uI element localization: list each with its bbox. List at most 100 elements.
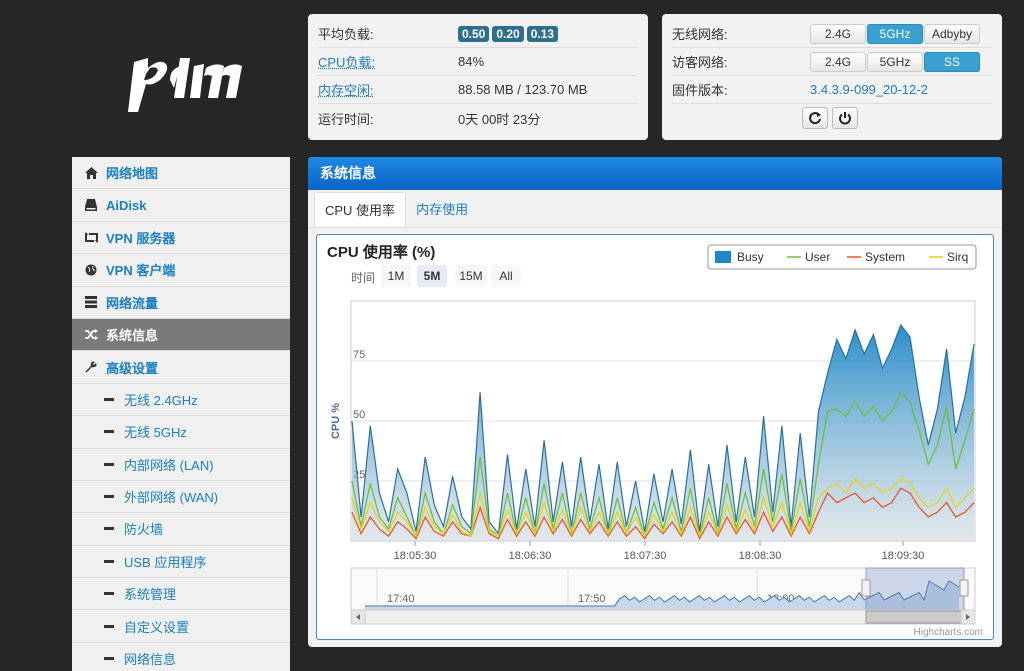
chart-credit: Highcharts.com [914, 627, 983, 638]
sidebar-item-vpn-client[interactable]: VPN 客户端 [72, 254, 290, 287]
range-button-label[interactable]: All [499, 269, 512, 283]
load-row: 平均负载: 0.50 0.20 0.13 [318, 20, 638, 48]
dash-icon [104, 527, 114, 531]
sidebar-subitem-custom[interactable]: 自定义设置 [72, 610, 290, 643]
sidebar-subitem-label: USB 应用程序 [124, 554, 207, 570]
dash-icon [104, 397, 114, 401]
power-row [672, 104, 992, 132]
navigator-selection[interactable] [865, 567, 965, 611]
reboot-button[interactable] [802, 107, 828, 129]
system-status-panel: 平均负载: 0.50 0.20 0.13 CPU负载: 84% 内存空闲: 88.5… [308, 14, 648, 140]
sidebar-subitem-usb[interactable]: USB 应用程序 [72, 546, 290, 579]
sidebar-subitem-netinfo[interactable]: 网络信息 [72, 643, 290, 671]
range-button-label[interactable]: 1M [388, 269, 405, 283]
sidebar-subitem-label: 无线 2.4GHz [124, 392, 198, 408]
ss-button[interactable]: SS [924, 51, 980, 72]
sidebar-subitem-label: 系统管理 [124, 587, 177, 603]
legend-label-system: System [865, 250, 905, 264]
sidebar-subitem-admin[interactable]: 系统管理 [72, 578, 290, 611]
legend-label-sirq: Sirq [947, 250, 968, 264]
sidebar-subitem-wan[interactable]: 外部网络 (WAN) [72, 481, 290, 514]
x-tick-label: 18:05:30 [394, 550, 437, 562]
dash-icon [104, 592, 114, 596]
range-button-label[interactable]: 15M [459, 269, 482, 283]
sidebar-subitem-label: 网络信息 [124, 652, 177, 668]
sidebar-item-label: 网络流量 [106, 295, 159, 311]
memory-row: 内存空闲: 88.58 MB / 123.70 MB [318, 76, 638, 104]
sidebar-item-traffic[interactable]: 网络流量 [72, 287, 290, 319]
sidebar-item-aidisk[interactable]: AiDisk [72, 189, 290, 222]
guest-row: 访客网络: 2.4G 5GHz SS [672, 48, 992, 76]
cpu-load-value: 84% [458, 54, 485, 69]
firmware-row: 固件版本: 3.4.3.9-099_20-12-2 [672, 76, 992, 104]
tab-memory-usage[interactable]: 内存使用 [406, 192, 478, 227]
guest-5g-button[interactable]: 5GHz [867, 51, 923, 72]
dash-icon [104, 462, 114, 466]
sidebar-item-label: AiDisk [106, 197, 147, 213]
wireless-5g-button[interactable]: 5GHz [867, 23, 923, 44]
x-tick-label: 18:06:30 [509, 550, 552, 562]
memory-free-link[interactable]: 内存空闲: [318, 80, 458, 99]
load-5m-badge: 0.20 [492, 25, 524, 42]
home-icon [84, 166, 98, 180]
y-tick-label: 75 [353, 349, 365, 361]
x-tick-label: 18:07:30 [624, 550, 667, 562]
chart-title: CPU 使用率 (%) [327, 243, 435, 261]
system-info-panel: 系统信息 CPU 使用率 内存使用 CPU 使用率 (%) 时间 1M 5M 15M Al… [308, 157, 1002, 647]
firmware-label: 固件版本: [672, 83, 728, 98]
wireless-2g-button[interactable]: 2.4G [810, 23, 866, 44]
legend-label-user: User [805, 250, 830, 264]
x-tick-label: 18:09:30 [882, 550, 925, 562]
sidebar-subitem-lan[interactable]: 内部网络 (LAN) [72, 449, 290, 481]
navigator-handle[interactable] [861, 579, 871, 597]
wireless-panel: 无线网络: 2.4G 5GHz Adbyby 访客网络: 2.4G 5GHz S… [662, 14, 1002, 140]
navigator-tick-label: 17:50 [578, 593, 606, 605]
scrollbar-thumb[interactable] [865, 610, 965, 624]
legend-label-busy: Busy [737, 250, 764, 264]
sidebar-item-vpn-server[interactable]: VPN 服务器 [72, 222, 290, 255]
sidebar-item-advanced[interactable]: 高级设置 [72, 351, 290, 384]
wireless-label: 无线网络: [672, 27, 728, 42]
adbyby-button[interactable]: Adbyby [924, 23, 980, 44]
firmware-version-link[interactable]: 3.4.3.9-099_20-12-2 [810, 82, 928, 97]
wrench-icon [84, 360, 98, 374]
sidebar-item-label: 系统信息 [106, 328, 159, 344]
cpu-chart-svg: CPU 使用率 (%) 时间 1M 5M 15M All Busy User System Sir… [327, 243, 983, 638]
sidebar-item-network-map[interactable]: 网络地图 [72, 157, 290, 190]
shuffle-icon [84, 328, 98, 342]
sidebar-subitem-wireless-5[interactable]: 无线 5GHz [72, 416, 290, 449]
x-tick-label: 18:08:30 [739, 550, 782, 562]
sidebar-subitem-label: 自定义设置 [124, 619, 190, 635]
sidebar-item-label: VPN 服务器 [106, 230, 176, 246]
sidebar-item-label: VPN 客户端 [106, 263, 176, 279]
load-15m-badge: 0.13 [526, 25, 559, 42]
sidebar-nav: 网络地图 AiDisk VPN 服务器 VPN 客户端 网络流量 系统信息 高级… [72, 157, 290, 671]
sidebar-subitem-wireless-24[interactable]: 无线 2.4GHz [72, 384, 290, 417]
sidebar-subitem-label: 外部网络 (WAN) [124, 490, 219, 506]
sidebar-item-system-info[interactable]: 系统信息 [72, 318, 290, 352]
sidebar-subitem-firewall[interactable]: 防火墙 [72, 513, 290, 546]
dash-icon [104, 657, 114, 661]
dash-icon [104, 624, 114, 628]
uptime-value: 0天 00时 23分 [458, 111, 541, 127]
legend-swatch-busy [715, 251, 731, 263]
navigator-handle[interactable] [959, 579, 969, 597]
y-tick-label: 50 [353, 409, 365, 421]
tab-cpu-usage[interactable]: CPU 使用率 [314, 192, 407, 227]
sidebar-subitem-label: 防火墙 [124, 522, 164, 538]
server-icon [84, 295, 98, 309]
load-1m-badge: 0.50 [458, 25, 490, 42]
dash-icon [104, 495, 114, 499]
dash-icon [104, 559, 114, 563]
guest-2g-button[interactable]: 2.4G [810, 51, 866, 72]
refresh-icon [809, 112, 821, 125]
disk-icon [84, 198, 98, 212]
shutdown-button[interactable] [832, 107, 858, 129]
retweet-icon [84, 230, 98, 244]
sidebar-item-label: 网络地图 [106, 166, 159, 182]
range-button-label[interactable]: 5M [424, 269, 441, 283]
cpu-row: CPU负载: 84% [318, 48, 638, 76]
cpu-load-link[interactable]: CPU负载: [318, 52, 458, 71]
logo [120, 40, 250, 115]
memory-free-value: 88.58 MB / 123.70 MB [458, 82, 588, 97]
